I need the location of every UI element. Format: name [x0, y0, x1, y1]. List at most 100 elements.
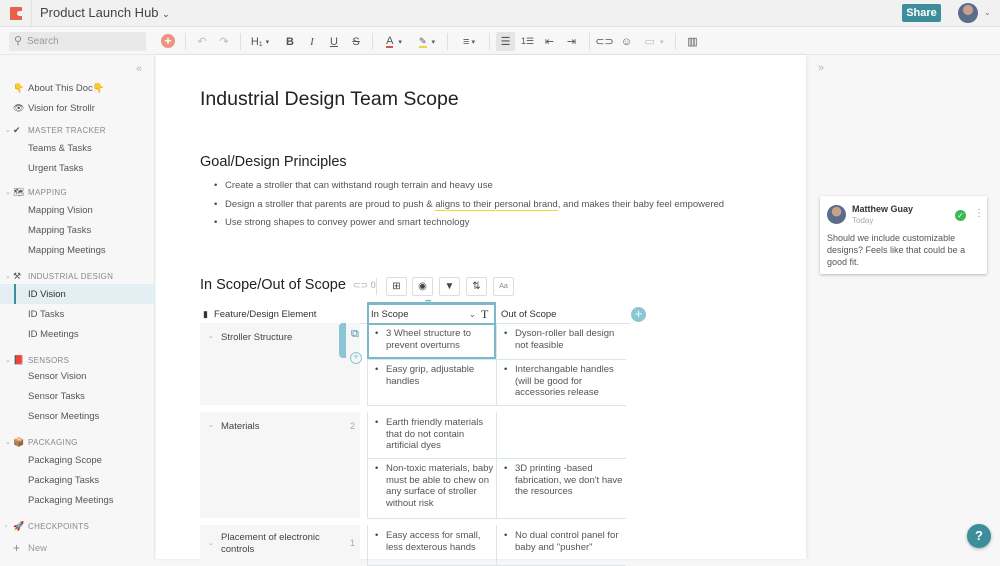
- redo-icon[interactable]: ↷: [217, 32, 231, 51]
- sidebar-item-id-meetings[interactable]: ID Meetings: [0, 324, 155, 344]
- align-dropdown[interactable]: ≡ ▾: [457, 32, 481, 51]
- sidebar-item-sensor-tasks[interactable]: Sensor Tasks: [0, 386, 155, 406]
- comment-dropdown[interactable]: ▭ ▾: [640, 32, 668, 51]
- table-cell-in-scope[interactable]: Earth friendly materials that do not con…: [367, 417, 496, 452]
- italic-button[interactable]: I: [305, 32, 319, 51]
- goal-heading[interactable]: Goal/Design Principles: [200, 154, 347, 170]
- sidebar-item-mapping-meetings[interactable]: Mapping Meetings: [0, 240, 155, 260]
- add-icon[interactable]: +: [161, 34, 175, 48]
- chevron-down-icon[interactable]: ⌄: [984, 8, 991, 17]
- table-cell-in-scope[interactable]: Easy grip, adjustable handles: [367, 364, 496, 387]
- visibility-button[interactable]: ◉: [412, 277, 433, 296]
- list-item[interactable]: Create a stroller that can withstand rou…: [214, 180, 724, 199]
- undo-icon[interactable]: ↶: [195, 32, 209, 51]
- bold-button[interactable]: B: [283, 32, 297, 51]
- chevron-right-icon[interactable]: ›: [5, 523, 7, 530]
- heading-dropdown[interactable]: H₁ ▾: [248, 32, 272, 51]
- chevron-down-icon[interactable]: ⌄: [208, 332, 214, 340]
- bullet-list-icon: ☰: [500, 36, 511, 48]
- comment-card[interactable]: Matthew Guay Today ✓ ⋮ Should we include…: [820, 196, 987, 274]
- sidebar-item-mapping[interactable]: ⌄ 🗺 MAPPING: [0, 182, 155, 202]
- share-button[interactable]: Share: [902, 4, 941, 22]
- sidebar-item-label: Packaging Scope: [28, 454, 102, 466]
- outdent-button[interactable]: ⇤: [541, 32, 558, 51]
- table-cell-out-of-scope[interactable]: Interchangable handles (will be good for…: [496, 364, 626, 399]
- sidebar-item-sensor-meetings[interactable]: Sensor Meetings: [0, 406, 155, 426]
- sidebar-item-about-this-doc[interactable]: 👇 About This Doc👇: [0, 78, 155, 98]
- sidebar-item-packaging-scope[interactable]: Packaging Scope: [0, 450, 155, 470]
- page-layout-button[interactable]: ▥: [684, 32, 701, 51]
- row-drag-handle[interactable]: [339, 323, 346, 358]
- open-row-icon[interactable]: ⧉: [351, 328, 359, 341]
- sidebar-item-checkpoints[interactable]: › 🚀 CHECKPOINTS: [0, 516, 155, 536]
- sidebar-item-id-tasks[interactable]: ID Tasks: [0, 304, 155, 324]
- sidebar-item-mapping-tasks[interactable]: Mapping Tasks: [0, 220, 155, 240]
- comment-icon: ▭: [644, 36, 655, 48]
- link-count[interactable]: ⊂⊃ 0: [353, 280, 376, 291]
- table-cell-in-scope[interactable]: Non-toxic materials, baby must be able t…: [367, 463, 496, 510]
- indent-button[interactable]: ⇥: [563, 32, 580, 51]
- user-avatar[interactable]: [958, 3, 978, 23]
- list-item[interactable]: Design a stroller that parents are proud…: [214, 198, 724, 218]
- strikethrough-button[interactable]: S: [349, 32, 363, 51]
- sidebar-item-id-vision[interactable]: ID Vision: [0, 284, 155, 304]
- chevron-down-icon[interactable]: ⌄: [5, 356, 11, 364]
- chevron-down-icon[interactable]: ⌄: [5, 126, 11, 134]
- filter-button[interactable]: ▼: [439, 277, 460, 296]
- group-row[interactable]: ⌄ Materials 2: [200, 412, 360, 518]
- sidebar-item-sensor-vision[interactable]: Sensor Vision: [0, 366, 155, 386]
- table-layout-button[interactable]: ⊞: [386, 277, 407, 296]
- table-cell-out-of-scope[interactable]: Dyson-roller ball design not feasible: [496, 328, 626, 351]
- list-item[interactable]: Use strong shapes to convey power and sm…: [214, 217, 724, 236]
- sidebar-item-teams-tasks[interactable]: Teams & Tasks: [0, 138, 155, 158]
- chevron-down-icon[interactable]: ⌄: [5, 438, 11, 446]
- new-page-button[interactable]: + New: [0, 538, 155, 558]
- outdent-icon: ⇤: [544, 36, 555, 48]
- sidebar-item-master-tracker[interactable]: ⌄ ✔ MASTER TRACKER: [0, 120, 155, 140]
- table-cell-in-scope[interactable]: Easy access for small, less dexterous ha…: [367, 530, 496, 553]
- collapse-comments-icon[interactable]: »: [818, 62, 824, 74]
- chevron-down-icon[interactable]: ⌄: [5, 272, 11, 280]
- sidebar-item-urgent-tasks[interactable]: Urgent Tasks: [0, 158, 155, 178]
- app-logo[interactable]: [0, 0, 32, 27]
- sidebar-item-packaging-meetings[interactable]: Packaging Meetings: [0, 490, 155, 510]
- resolve-check-icon[interactable]: ✓: [955, 210, 966, 221]
- bullet-list-button[interactable]: ☰: [496, 32, 515, 51]
- sort-button[interactable]: ⇅: [466, 277, 487, 296]
- search-input[interactable]: ⚲ Search: [9, 32, 146, 51]
- help-button[interactable]: ?: [967, 524, 991, 548]
- add-column-button[interactable]: +: [631, 307, 646, 322]
- link-button[interactable]: ⊂⊃: [595, 32, 613, 51]
- collapse-sidebar-icon[interactable]: «: [136, 63, 142, 75]
- chevron-down-icon[interactable]: ⌄: [5, 188, 11, 196]
- numbered-list-button[interactable]: 1☰: [519, 32, 536, 51]
- group-row[interactable]: ⌄ Stroller Structure: [200, 323, 360, 405]
- sidebar-item-packaging-tasks[interactable]: Packaging Tasks: [0, 470, 155, 490]
- underline-button[interactable]: U: [327, 32, 341, 51]
- chevron-down-icon[interactable]: ⌄: [208, 421, 214, 429]
- sidebar-item-mapping-vision[interactable]: Mapping Vision: [0, 200, 155, 220]
- highlight-dropdown[interactable]: ✎ ▾: [413, 32, 441, 51]
- chevron-down-icon[interactable]: ⌄: [469, 305, 476, 323]
- scope-heading[interactable]: In Scope/Out of Scope: [200, 277, 346, 293]
- more-options-icon[interactable]: ⋮: [974, 208, 984, 219]
- column-header-feature[interactable]: ▮ Feature/Design Element: [203, 305, 316, 323]
- chevron-down-icon[interactable]: ⌄: [208, 539, 214, 547]
- page-title[interactable]: Industrial Design Team Scope: [200, 88, 459, 111]
- sidebar-item-packaging[interactable]: ⌄ 📦 PACKAGING: [0, 432, 155, 452]
- table-cell-out-of-scope[interactable]: No dual control panel for baby and "push…: [496, 530, 626, 553]
- commented-text[interactable]: aligns to their personal brand: [435, 198, 558, 211]
- sidebar-item-vision-for-strollr[interactable]: 👁 Vision for Strollr: [0, 98, 155, 118]
- text-type-icon[interactable]: T: [481, 305, 488, 323]
- sidebar-item-label: Vision for Strollr: [28, 102, 95, 114]
- doc-title-menu[interactable]: Product Launch Hub ⌄: [40, 5, 170, 20]
- selected-cell[interactable]: [367, 323, 496, 359]
- table-cell-out-of-scope[interactable]: 3D printing -based fabrication, we don't…: [496, 463, 626, 498]
- text-size-button[interactable]: Aa: [493, 277, 514, 296]
- emoji-button[interactable]: ☺: [618, 32, 635, 51]
- add-row-button[interactable]: +: [350, 352, 362, 364]
- group-row[interactable]: ⌄ Placement of electronic controls 1: [200, 525, 360, 565]
- text-color-dropdown[interactable]: A ▾: [380, 32, 408, 51]
- sidebar-item-industrial-design[interactable]: ⌄ ⚒ INDUSTRIAL DESIGN: [0, 266, 155, 286]
- column-header-out-of-scope[interactable]: Out of Scope: [501, 305, 556, 323]
